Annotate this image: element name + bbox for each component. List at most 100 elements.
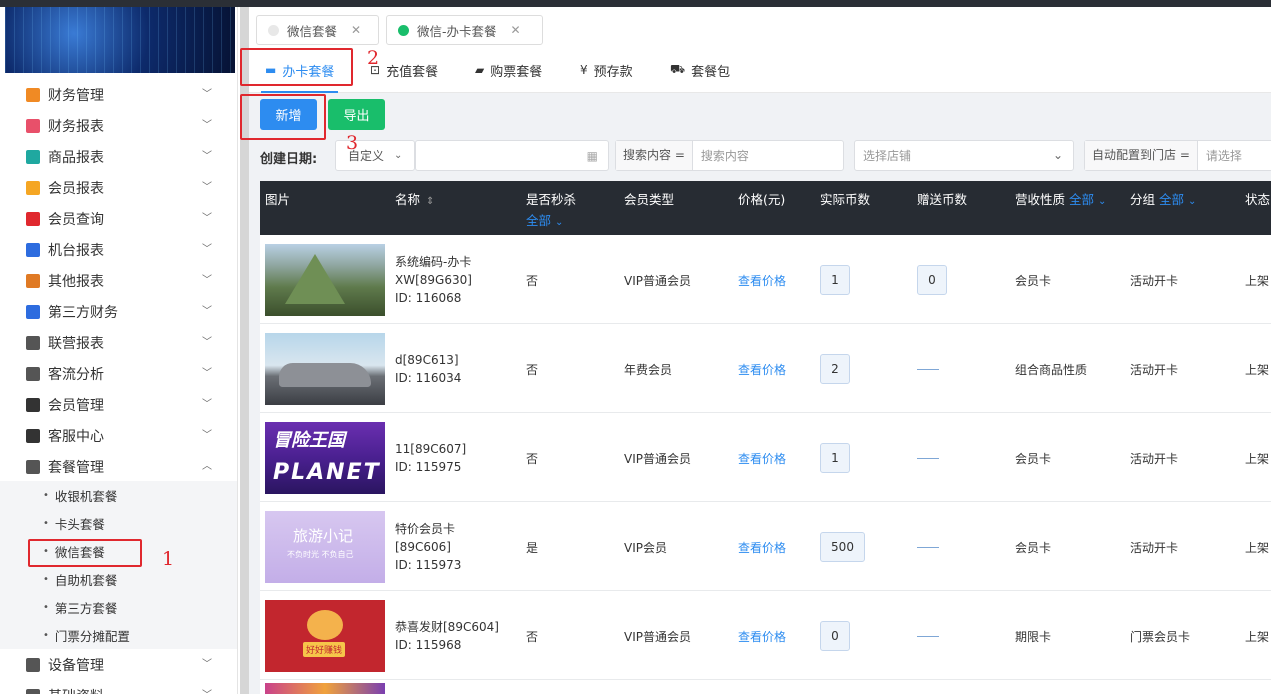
seckill-value: 否: [526, 362, 539, 377]
col-member-type: 会员类型: [624, 192, 675, 207]
coins-value[interactable]: 500: [820, 531, 865, 562]
sidebar-subitem[interactable]: • 第三方套餐: [0, 593, 237, 621]
sidebar-item-headset[interactable]: 客服中心 ﹀: [0, 420, 237, 451]
view-price-link[interactable]: 查看价格: [738, 272, 786, 289]
revenue-type: 组合商品性质: [1015, 362, 1088, 377]
sidebar: 财务管理 ﹀ 财务报表 ﹀ 商品报表 ﹀ 会员报表 ﹀ 会员查询 ﹀ 机台报表 ﹀ 其他报表 ﹀ 第三方财务…: [0, 7, 238, 694]
partial-row-thumbnail: [265, 683, 385, 694]
group-name: 活动开卡: [1130, 540, 1179, 555]
member-report-icon: [26, 180, 40, 195]
view-price-link[interactable]: 查看价格: [738, 628, 786, 645]
view-price-link[interactable]: 查看价格: [738, 450, 786, 467]
sidebar-item-user-circle[interactable]: 会员管理 ﹀: [0, 389, 237, 420]
chevron-down-icon: ﹀: [202, 243, 212, 255]
sidebar-item-layers[interactable]: 其他报表 ﹀: [0, 265, 237, 296]
sidebar-item-machine-report[interactable]: 机台报表 ﹀: [0, 234, 237, 265]
sidebar-subitem[interactable]: • 卡头套餐: [0, 509, 237, 537]
coins-value[interactable]: 0: [820, 620, 850, 651]
group-name: 门票会员卡: [1130, 629, 1191, 644]
empty-dash: [917, 368, 939, 370]
sidebar-item-label: 商品报表: [48, 149, 104, 166]
store-select[interactable]: 选择店铺 ⌄: [854, 140, 1074, 171]
package-id: ID: 115968: [395, 637, 462, 652]
view-price-link[interactable]: 查看价格: [738, 361, 786, 378]
chevron-down-icon: ﹀: [202, 429, 212, 441]
table-row[interactable]: 旅游小记 不负时光 不负自己 特价会员卡 [89C606] ID: 115973 是 VIP…: [260, 502, 1271, 591]
sidebar-item-label: 财务管理: [48, 87, 104, 104]
chevron-down-icon: ﹀: [202, 88, 212, 100]
group-name: 活动开卡: [1130, 362, 1179, 377]
sidebar-item-base-data[interactable]: 基础资料﹀: [0, 680, 237, 694]
chevron-down-icon: ﹀: [202, 181, 212, 193]
search-field[interactable]: 搜索内容 = 搜索内容: [615, 140, 844, 171]
auto-store-select[interactable]: 自动配置到门店 = 请选择: [1084, 140, 1271, 171]
group-filter-value: 全部: [1159, 192, 1185, 207]
package-id: ID: 116034: [395, 370, 462, 385]
view-price-link[interactable]: 查看价格: [738, 539, 786, 556]
col-name[interactable]: 名称 ⇕: [395, 189, 434, 208]
coins-value[interactable]: 1: [820, 264, 850, 295]
sidebar-item-member-report[interactable]: 会员报表 ﹀: [0, 172, 237, 203]
group-filter[interactable]: 全部 ⌄: [1159, 192, 1196, 207]
tab-package-bundle[interactable]: ⛟ 套餐包: [670, 47, 730, 93]
sort-icon[interactable]: ⇕: [426, 196, 434, 207]
revenue-filter[interactable]: 全部 ⌄: [1069, 192, 1106, 207]
sidebar-subitem[interactable]: • 自助机套餐: [0, 565, 237, 593]
table-row[interactable]: 好好赚钱 恭喜发财[89C604] ID: 115968 否 VIP普通会员 查看价格 期限…: [260, 591, 1271, 680]
sidebar-item-label: 会员查询: [48, 211, 104, 228]
status-value: 上架: [1245, 451, 1270, 466]
gift-coins-value[interactable]: 0: [917, 264, 947, 295]
sidebar-item-goods-report[interactable]: 商品报表 ﹀: [0, 141, 237, 172]
headset-icon: [26, 428, 40, 443]
auto-store-placeholder: 请选择: [1205, 149, 1242, 163]
close-icon[interactable]: ✕: [351, 23, 361, 37]
table-row[interactable]: 系统编码-办卡 XW[89G630] ID: 116068 否 VIP普通会员 查看价格 会…: [260, 235, 1271, 324]
export-button[interactable]: 导出: [328, 99, 385, 130]
category-tabs: ▬ 办卡套餐 ⊡ 充值套餐 ▰ 购票套餐 ¥ 预存款 ⛟ 套餐包: [249, 47, 1271, 93]
table-row[interactable]: d[89C613] ID: 116034 否 年费会员 查看价格 组合商品性质 活动开卡 上架…: [260, 324, 1271, 413]
table-row[interactable]: 冒险王国 PLANET 11[89C607] ID: 115975 否 VIP普通会员 查看…: [260, 413, 1271, 502]
sidebar-item-target[interactable]: 客流分析 ﹀: [0, 358, 237, 389]
page-tab-card-package[interactable]: 微信-办卡套餐 ✕: [386, 15, 543, 45]
sidebar-item-package[interactable]: 套餐管理 ︿: [0, 451, 237, 482]
group-name: 活动开卡: [1130, 273, 1179, 288]
close-icon[interactable]: ✕: [511, 23, 521, 37]
empty-dash: [917, 457, 939, 459]
chevron-down-icon: ⌄: [1098, 196, 1107, 207]
sidebar-item-users[interactable]: 联营报表 ﹀: [0, 327, 237, 358]
sidebar-item-finance[interactable]: 财务管理 ﹀: [0, 79, 237, 110]
sidebar-subitem[interactable]: • 收银机套餐: [0, 481, 237, 509]
tab-ticket-package[interactable]: ▰ 购票套餐: [475, 47, 542, 93]
tab-deposit[interactable]: ¥ 预存款: [580, 47, 633, 93]
package-name: [89C606]: [395, 539, 451, 554]
sidebar-item-member-query[interactable]: 会员查询 ﹀: [0, 203, 237, 234]
main-area: 微信套餐 ✕ 微信-办卡套餐 ✕ ▬ 办卡套餐 ⊡ 充值套餐 ▰ 购票套餐 ¥ …: [240, 7, 1271, 694]
sidebar-item-device[interactable]: 设备管理 ﹀: [0, 649, 237, 680]
chevron-down-icon: ﹀: [202, 150, 212, 162]
chevron-down-icon: ﹀: [202, 690, 212, 694]
sidebar-item-label: 联营报表: [48, 335, 104, 352]
empty-dash: [917, 546, 939, 548]
store-placeholder: 选择店铺: [863, 149, 912, 163]
coins-value[interactable]: 2: [820, 353, 850, 384]
users-icon: [26, 335, 40, 350]
annotation-box-3: [240, 94, 326, 140]
sidebar-item-label: 财务报表: [48, 118, 104, 135]
coins-value[interactable]: 1: [820, 442, 850, 473]
sidebar-item-label: 套餐管理: [48, 459, 104, 476]
sidebar-banner-image: [5, 7, 235, 73]
page-tab-wechat-package[interactable]: 微信套餐 ✕: [256, 15, 379, 45]
target-icon: [26, 366, 40, 381]
tab-recharge-package[interactable]: ⊡ 充值套餐: [370, 47, 438, 93]
sidebar-item-finance-report[interactable]: 财务报表 ﹀: [0, 110, 237, 141]
chevron-down-icon: ﹀: [202, 336, 212, 348]
chevron-down-icon: ﹀: [202, 274, 212, 286]
search-input[interactable]: 搜索内容: [693, 147, 749, 164]
sidebar-subitem[interactable]: • 门票分摊配置: [0, 621, 237, 649]
car-illustration: [279, 362, 371, 387]
machine-report-icon: [26, 242, 40, 257]
seckill-filter[interactable]: 全部 ⌄: [526, 210, 576, 229]
revenue-type: 会员卡: [1015, 540, 1052, 555]
sidebar-item-calculator[interactable]: 第三方财务 ﹀: [0, 296, 237, 327]
date-range-input[interactable]: ▦: [415, 140, 609, 171]
